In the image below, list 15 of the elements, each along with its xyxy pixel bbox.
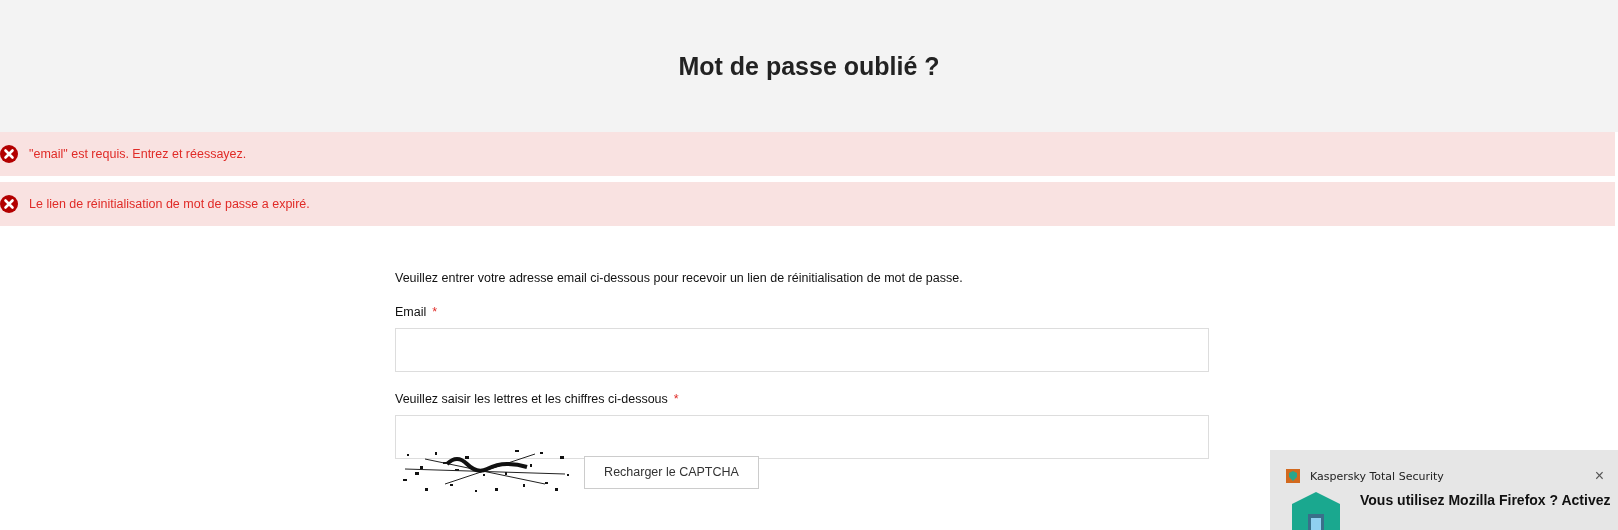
field-label: Email [395,305,427,319]
field-label: Veuillez saisir les lettres et les chiffres ci-dessous [395,392,668,406]
notification-heading: Vous utilisez Mozilla Firefox ? Activez [1360,492,1611,508]
required-mark: * [432,305,438,319]
error-icon [0,144,19,164]
app-name: Kaspersky Total Security [1310,469,1445,483]
instruction-text: Veuillez entrer votre adresse email ci-dessous pour recevoir un lien de réinitialisation de mot de passe. [395,271,964,285]
input-field[interactable] [395,415,1209,459]
error-icon [0,194,19,214]
close-button[interactable]: × [1590,468,1608,484]
error-text: Le lien de réinitialisation de mot de passe a expiré. [29,197,310,211]
required-mark: * [673,392,679,406]
page-title: Mot de passe oublié ? [678,51,940,81]
input-field[interactable] [395,328,1209,372]
error-text: "email" est requis. Entrez et réessayez. [29,147,247,161]
